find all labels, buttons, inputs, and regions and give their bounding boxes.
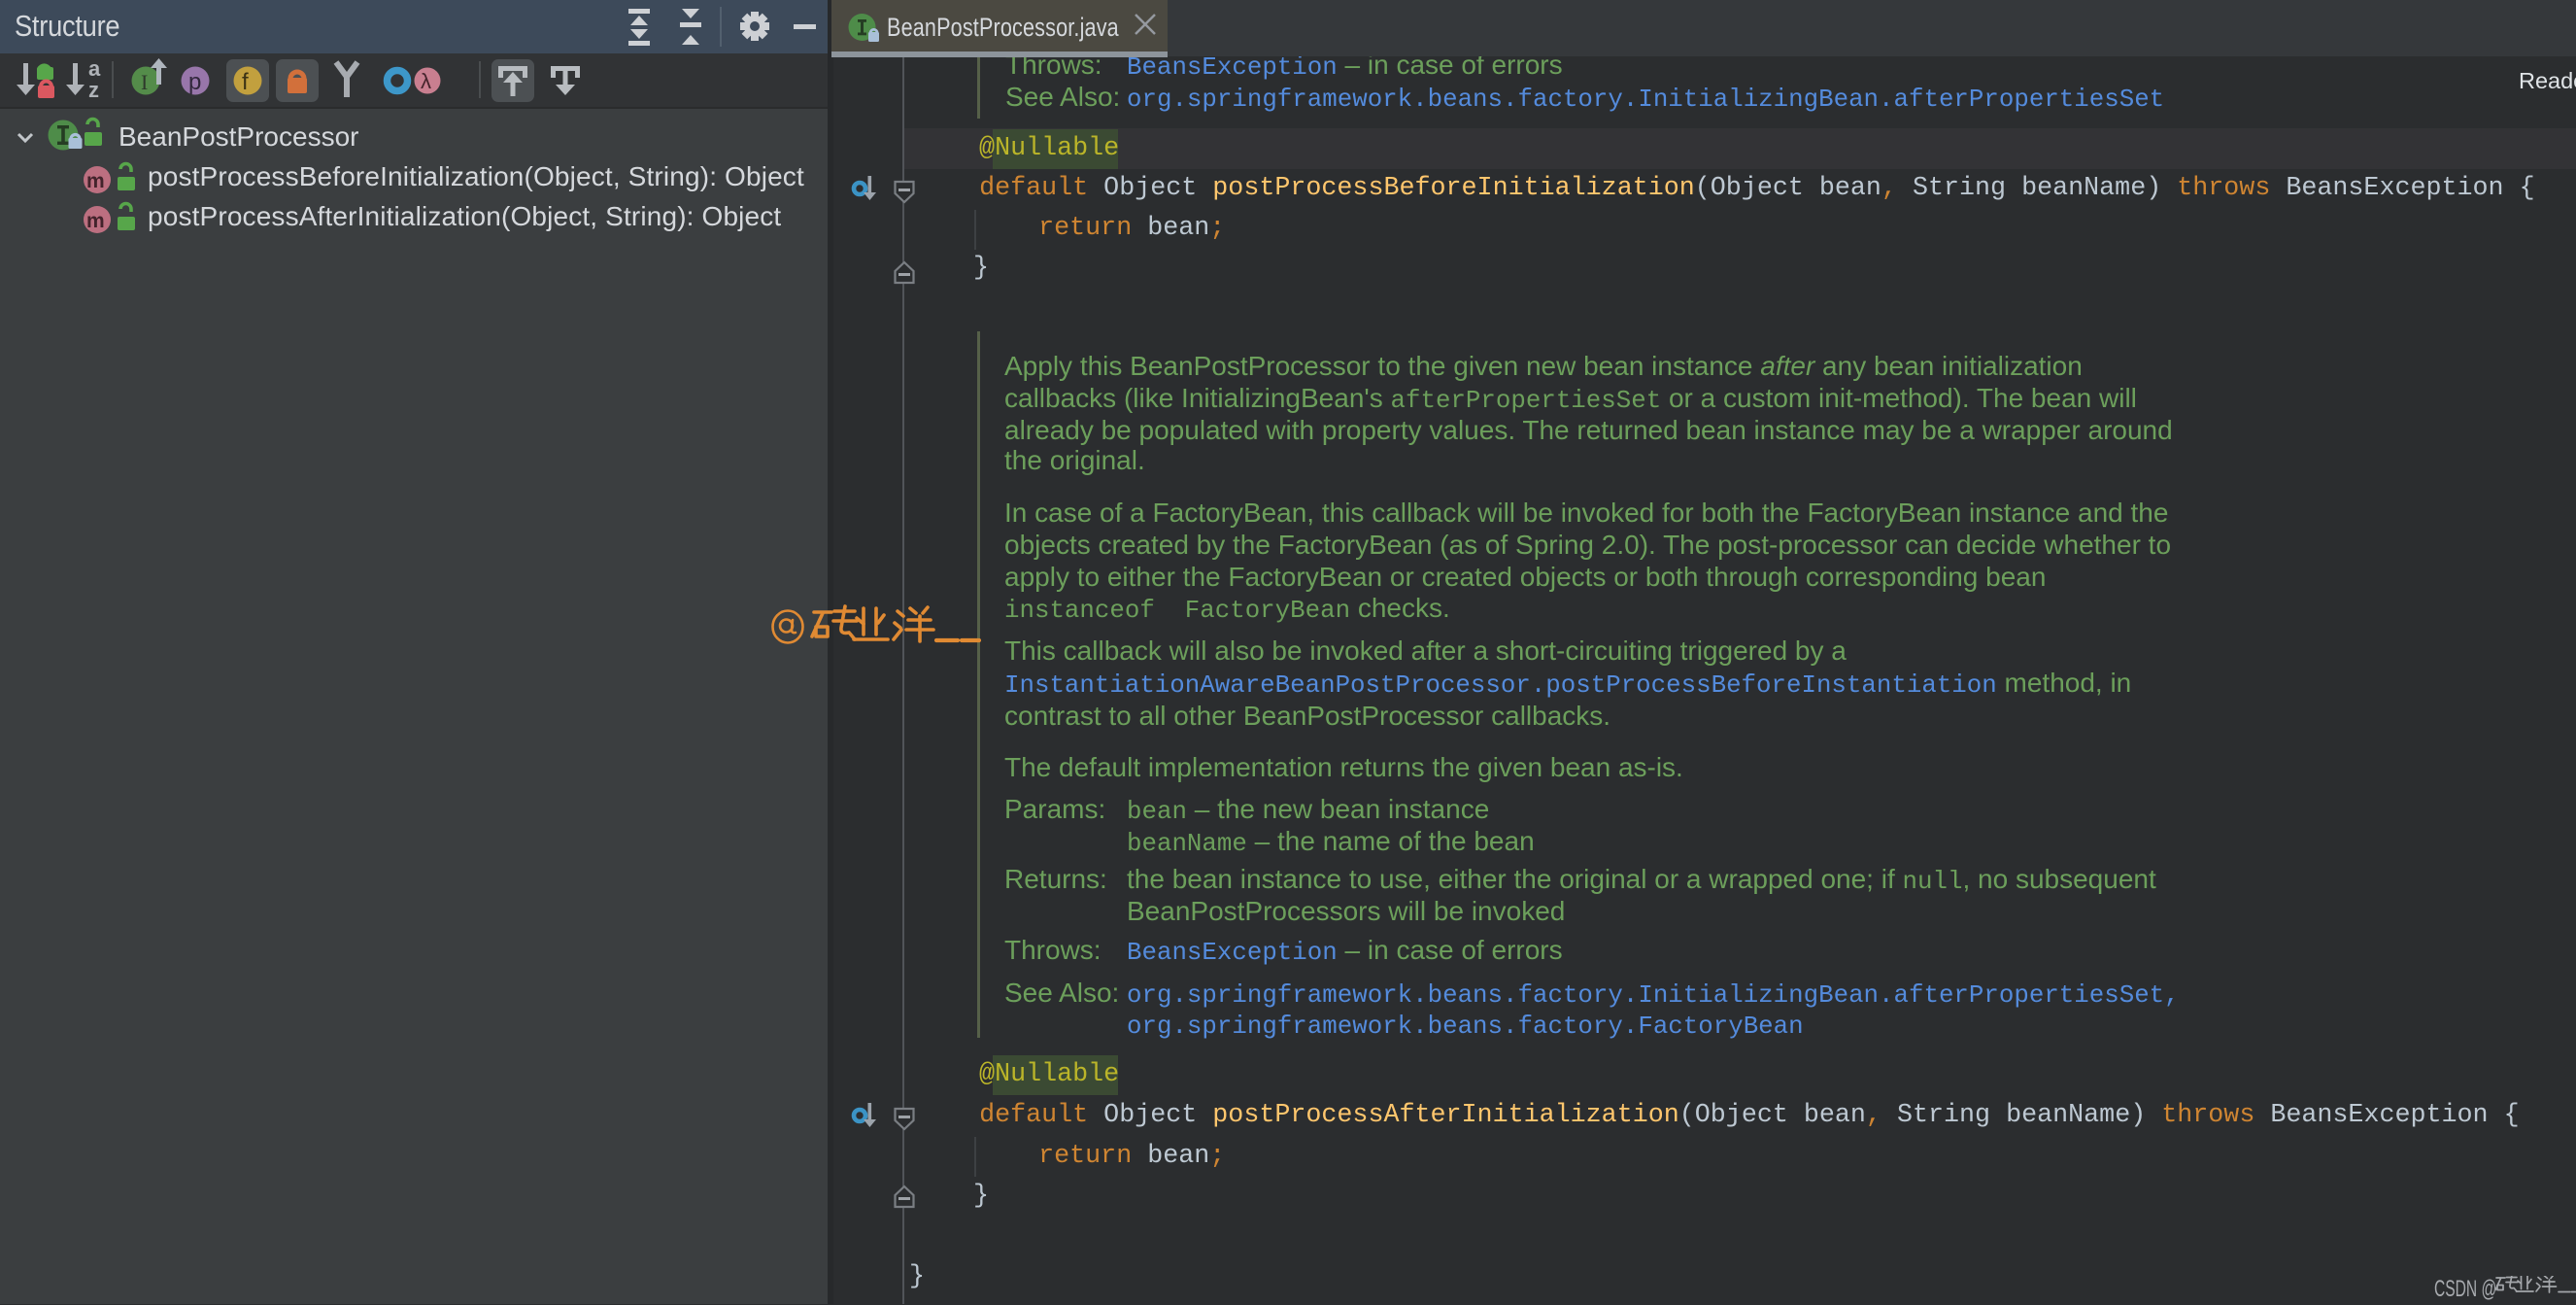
svg-text:z: z xyxy=(88,78,99,102)
svg-text:λ: λ xyxy=(421,69,431,93)
svg-text:I: I xyxy=(141,70,148,94)
svg-text:p: p xyxy=(188,69,201,95)
svg-text:m: m xyxy=(86,210,105,232)
svg-text:m: m xyxy=(86,170,105,192)
svg-text:f: f xyxy=(242,69,249,95)
